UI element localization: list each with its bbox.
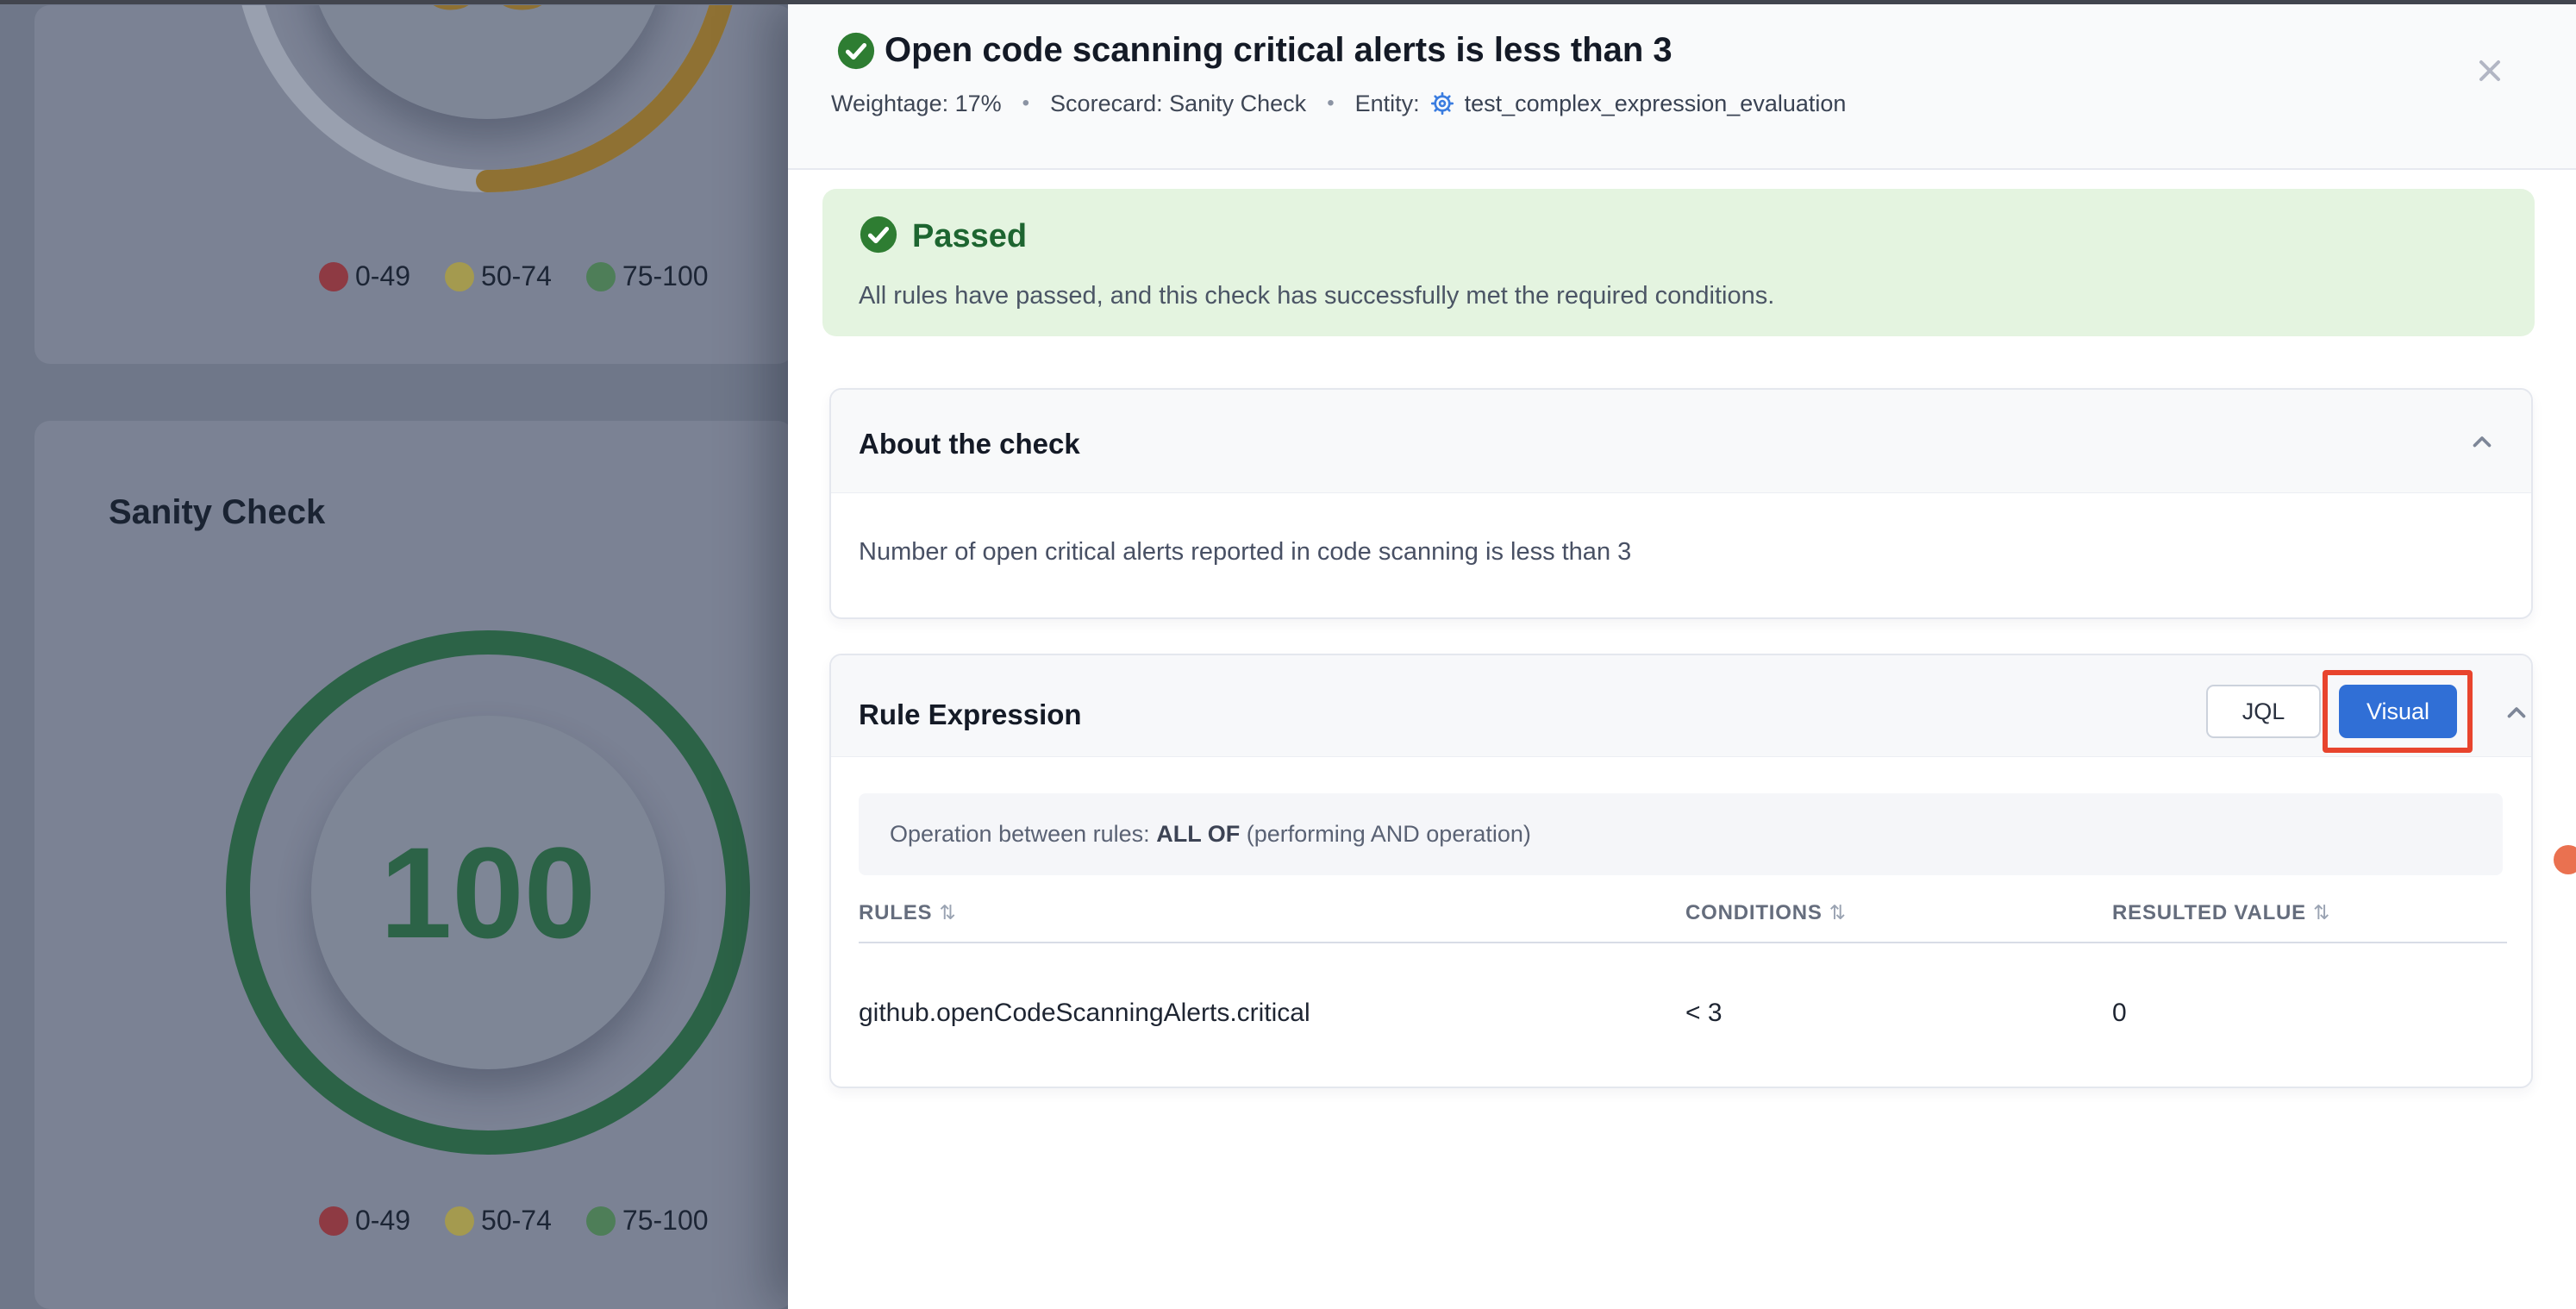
close-icon xyxy=(2473,53,2507,88)
entity-wrap: Entity: xyxy=(1355,90,1847,117)
about-check-body: Number of open critical alerts reported … xyxy=(859,538,1631,567)
legend-dot-red xyxy=(319,262,348,291)
status-banner: Passed All rules have passed, and this c… xyxy=(822,189,2535,336)
close-button[interactable] xyxy=(2467,48,2512,93)
sort-icon[interactable]: ⇅ xyxy=(1829,902,1847,924)
floating-widget-button[interactable] xyxy=(2554,845,2576,874)
sort-icon[interactable]: ⇅ xyxy=(939,902,956,924)
scorecard-gauge-card-top: 65 0-49 50-74 75-100 xyxy=(34,5,793,364)
gear-icon xyxy=(1429,90,1456,117)
gauge-value-arc xyxy=(487,5,730,181)
operation-info-bar: Operation between rules: ALL OF (perform… xyxy=(859,793,2503,875)
modal-header: Open code scanning critical alerts is le… xyxy=(788,0,2576,170)
visual-toggle-button[interactable]: Visual xyxy=(2339,685,2457,738)
chevron-up-icon[interactable] xyxy=(2467,428,2497,457)
check-details-modal: Open code scanning critical alerts is le… xyxy=(788,0,2576,1309)
status-banner-description: All rules have passed, and this check ha… xyxy=(859,282,1774,310)
legend-item: 0-49 xyxy=(319,260,410,292)
legend-label: 0-49 xyxy=(355,260,410,292)
legend-dot-yellow xyxy=(445,1206,474,1236)
check-passed-icon xyxy=(859,215,898,254)
page: 65 0-49 50-74 75-100 Sanity Check xyxy=(0,0,2576,1309)
legend-dot-red xyxy=(319,1206,348,1236)
legend-label: 75-100 xyxy=(622,1205,709,1237)
chevron-up-icon[interactable] xyxy=(2502,698,2531,728)
operation-prefix: Operation between rules: xyxy=(890,821,1150,847)
legend-dot-green xyxy=(586,1206,616,1236)
legend-label: 75-100 xyxy=(622,260,709,292)
legend-item: 0-49 xyxy=(319,1205,410,1237)
modal-meta-row: Weightage: 17% • Scorecard: Sanity Check… xyxy=(831,90,1846,117)
scorecard-value: Scorecard: Sanity Check xyxy=(1050,91,1306,117)
table-cell-rule: github.openCodeScanningAlerts.critical xyxy=(859,999,1310,1028)
gauge-score-value: 65 xyxy=(306,5,668,17)
legend-item: 50-74 xyxy=(445,1205,552,1237)
legend-item: 75-100 xyxy=(586,260,709,292)
separator-dot: • xyxy=(1022,91,1029,116)
modal-title: Open code scanning critical alerts is le… xyxy=(885,31,1673,70)
column-header-resulted-value: RESULTED VALUE ⇅ xyxy=(2112,901,2330,925)
column-header-conditions: CONDITIONS ⇅ xyxy=(1685,901,1847,925)
gauge-legend: 0-49 50-74 75-100 xyxy=(319,1205,709,1237)
legend-item: 75-100 xyxy=(586,1205,709,1237)
legend-dot-green xyxy=(586,262,616,291)
weightage-value: Weightage: 17% xyxy=(831,91,1002,117)
legend-item: 50-74 xyxy=(445,260,552,292)
legend-label: 0-49 xyxy=(355,1205,410,1237)
column-header-label: RULES xyxy=(859,901,932,925)
column-header-label: RESULTED VALUE xyxy=(2112,901,2306,925)
gauge-track-circle xyxy=(244,5,730,181)
rule-expression-header: Rule Expression JQL Visual xyxy=(831,655,2531,757)
separator-dot: • xyxy=(1327,91,1334,116)
entity-name: test_complex_expression_evaluation xyxy=(1465,91,1847,117)
entity-label: Entity: xyxy=(1355,91,1420,117)
about-check-header[interactable]: About the check xyxy=(831,390,2531,493)
gauge-score-clipped: 65 xyxy=(306,5,668,17)
sort-icon[interactable]: ⇅ xyxy=(2313,902,2330,924)
table-cell-resulted-value: 0 xyxy=(2112,999,2127,1028)
table-divider xyxy=(859,942,2507,943)
window-top-edge xyxy=(0,0,2576,4)
rule-expression-card: Rule Expression JQL Visual Operation bet… xyxy=(829,654,2533,1088)
status-banner-title: Passed xyxy=(912,218,1027,255)
column-header-label: CONDITIONS xyxy=(1685,901,1823,925)
dimmed-dashboard-overlay[interactable]: 65 0-49 50-74 75-100 Sanity Check xyxy=(0,0,788,1309)
rule-expression-title: Rule Expression xyxy=(859,698,1082,731)
gauge-arc-top xyxy=(34,5,793,364)
column-header-rules: RULES ⇅ xyxy=(859,901,956,925)
legend-label: 50-74 xyxy=(481,1205,552,1237)
legend-dot-yellow xyxy=(445,262,474,291)
table-cell-condition: < 3 xyxy=(1685,999,1723,1028)
gauge-score-value: 100 xyxy=(311,716,665,1069)
about-check-title: About the check xyxy=(859,428,1080,460)
operation-value: ALL OF xyxy=(1156,821,1240,847)
operation-suffix: (performing AND operation) xyxy=(1247,821,1531,847)
about-check-card: About the check Number of open critical … xyxy=(829,388,2533,619)
gauge-legend: 0-49 50-74 75-100 xyxy=(319,260,709,292)
operation-text: Operation between rules: ALL OF (perform… xyxy=(890,821,1531,848)
scorecard-gauge-card-sanity: Sanity Check 100 0-49 50-74 75-100 xyxy=(34,421,793,1309)
check-passed-icon xyxy=(836,31,876,71)
jql-toggle-button[interactable]: JQL xyxy=(2206,685,2321,738)
legend-label: 50-74 xyxy=(481,260,552,292)
